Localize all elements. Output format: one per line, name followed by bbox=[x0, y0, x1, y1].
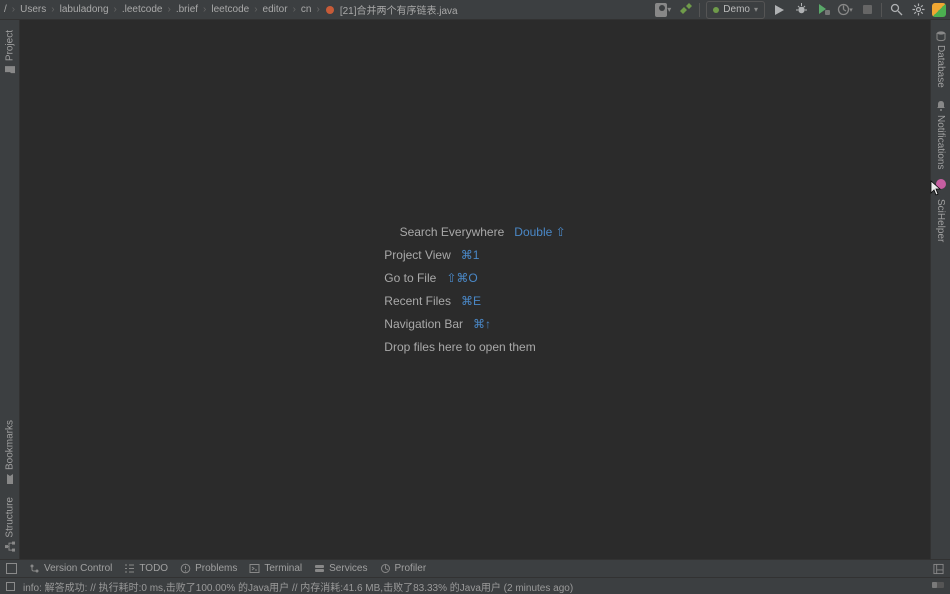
services-icon bbox=[314, 563, 325, 574]
settings-gear-icon[interactable] bbox=[910, 2, 926, 18]
tool-tab-label: Problems bbox=[195, 563, 237, 574]
bell-icon bbox=[935, 100, 947, 112]
shortcut-label: Project View bbox=[384, 248, 450, 262]
status-message[interactable]: info: 解答成功: // 执行耗时:0 ms,击败了100.00% 的Jav… bbox=[23, 579, 924, 594]
tool-tab-bookmarks[interactable]: Bookmarks bbox=[4, 414, 16, 491]
user-icon[interactable]: ▾ bbox=[655, 2, 671, 18]
run-config-label: Demo bbox=[723, 4, 750, 15]
top-bar: /› Users› labuladong› .leetcode› .brief›… bbox=[0, 0, 950, 20]
hide-tool-window-icon[interactable] bbox=[6, 563, 17, 574]
shortcut-label: Recent Files bbox=[384, 294, 451, 308]
run-button[interactable] bbox=[771, 2, 787, 18]
folder-icon bbox=[4, 64, 16, 76]
structure-icon bbox=[4, 541, 16, 553]
tool-tab-notifications[interactable]: Notifications bbox=[935, 94, 947, 175]
breadcrumb: /› Users› labuladong› .leetcode› .brief›… bbox=[4, 2, 458, 17]
bottom-tool-strip: Version Control TODO Problems Terminal S… bbox=[0, 560, 950, 578]
build-hammer-icon[interactable] bbox=[677, 2, 693, 18]
left-tool-strip: Project Bookmarks Structure bbox=[0, 20, 20, 559]
tool-tab-profiler[interactable]: Profiler bbox=[380, 563, 427, 574]
tool-tab-label: Version Control bbox=[44, 563, 112, 574]
tool-tab-label: TODO bbox=[139, 563, 168, 574]
shortcut-list: Search Everywhere Double ⇧ Project View … bbox=[384, 225, 565, 354]
shortcut-row-drop: Drop files here to open them bbox=[384, 340, 565, 354]
terminal-icon bbox=[249, 563, 260, 574]
layout-settings-icon[interactable] bbox=[933, 563, 944, 574]
shortcut-label: Go to File bbox=[384, 271, 436, 285]
vcs-icon bbox=[29, 563, 40, 574]
shortcut-row-project: Project View ⌘1 bbox=[384, 248, 565, 262]
tool-tab-label: Project bbox=[4, 30, 15, 61]
shortcut-label: Search Everywhere bbox=[384, 225, 504, 239]
shortcut-key: ⇧⌘O bbox=[446, 271, 477, 285]
tool-tab-label: Database bbox=[935, 45, 946, 88]
tool-tab-scihelper[interactable]: SciHelper bbox=[935, 193, 946, 248]
tool-tab-label: Services bbox=[329, 563, 367, 574]
profile-icon[interactable]: ▾ bbox=[837, 2, 853, 18]
breadcrumb-item[interactable]: / bbox=[4, 4, 7, 15]
breadcrumb-item[interactable]: cn bbox=[301, 4, 312, 15]
java-file-icon bbox=[325, 5, 335, 15]
tool-tab-label: Profiler bbox=[395, 563, 427, 574]
tool-tab-problems[interactable]: Problems bbox=[180, 563, 237, 574]
database-icon bbox=[935, 30, 947, 42]
shortcut-key: ⌘↑ bbox=[473, 317, 491, 331]
shortcut-row-recent: Recent Files ⌘E bbox=[384, 294, 565, 308]
breadcrumb-item[interactable]: .leetcode bbox=[122, 4, 163, 15]
tool-tab-services[interactable]: Services bbox=[314, 563, 367, 574]
tool-tab-terminal[interactable]: Terminal bbox=[249, 563, 302, 574]
memory-indicator-icon[interactable] bbox=[932, 580, 944, 593]
mouse-cursor-icon bbox=[930, 180, 944, 196]
toolbar: ▾ Demo ▾ ▾ bbox=[655, 1, 946, 19]
shortcut-key: Double ⇧ bbox=[514, 225, 565, 239]
search-icon[interactable] bbox=[888, 2, 904, 18]
toolbar-separator bbox=[699, 3, 700, 17]
shortcut-row-gotofile: Go to File ⇧⌘O bbox=[384, 271, 565, 285]
tool-tab-label: Notifications bbox=[935, 115, 946, 169]
tool-tab-project[interactable]: Project bbox=[4, 24, 16, 82]
breadcrumb-item[interactable]: leetcode bbox=[211, 4, 249, 15]
tool-tab-todo[interactable]: TODO bbox=[124, 563, 168, 574]
tool-tab-database[interactable]: Database bbox=[935, 24, 947, 94]
breadcrumb-item[interactable]: labuladong bbox=[60, 4, 109, 15]
drop-hint: Drop files here to open them bbox=[384, 340, 535, 354]
shortcut-row-navbar: Navigation Bar ⌘↑ bbox=[384, 317, 565, 331]
toolbar-separator bbox=[881, 3, 882, 17]
tool-tab-structure[interactable]: Structure bbox=[4, 491, 16, 559]
profiler-icon bbox=[380, 563, 391, 574]
shortcut-key: ⌘E bbox=[461, 294, 481, 308]
run-config-dot-icon bbox=[713, 7, 719, 13]
tool-tab-label: Terminal bbox=[264, 563, 302, 574]
breadcrumb-item[interactable]: editor bbox=[263, 4, 288, 15]
bookmark-icon bbox=[4, 473, 16, 485]
tool-window-toggle-icon[interactable] bbox=[6, 582, 15, 591]
status-bar: info: 解答成功: // 执行耗时:0 ms,击败了100.00% 的Jav… bbox=[0, 578, 950, 594]
stop-button[interactable] bbox=[859, 2, 875, 18]
breadcrumb-file[interactable]: [21]合并两个有序链表.java bbox=[340, 2, 458, 17]
editor-empty[interactable]: Search Everywhere Double ⇧ Project View … bbox=[20, 20, 930, 559]
breadcrumb-item[interactable]: Users bbox=[20, 4, 46, 15]
warning-icon bbox=[180, 563, 191, 574]
code-health-shield-icon[interactable] bbox=[932, 3, 946, 17]
shortcut-label: Navigation Bar bbox=[384, 317, 463, 331]
run-with-coverage-icon[interactable] bbox=[815, 2, 831, 18]
right-tool-strip: Database Notifications SciHelper bbox=[930, 20, 950, 559]
tool-tab-label: Structure bbox=[4, 497, 15, 538]
tool-tab-label: SciHelper bbox=[935, 199, 946, 242]
todo-list-icon bbox=[124, 563, 135, 574]
tool-tab-version-control[interactable]: Version Control bbox=[29, 563, 112, 574]
tool-tab-label: Bookmarks bbox=[4, 420, 15, 470]
breadcrumb-item[interactable]: .brief bbox=[176, 4, 198, 15]
debug-button[interactable] bbox=[793, 2, 809, 18]
shortcut-row-search: Search Everywhere Double ⇧ bbox=[384, 225, 565, 239]
shortcut-key: ⌘1 bbox=[461, 248, 480, 262]
run-config-selector[interactable]: Demo ▾ bbox=[706, 1, 765, 19]
main-area: Project Bookmarks Structure Search Every… bbox=[0, 20, 950, 560]
